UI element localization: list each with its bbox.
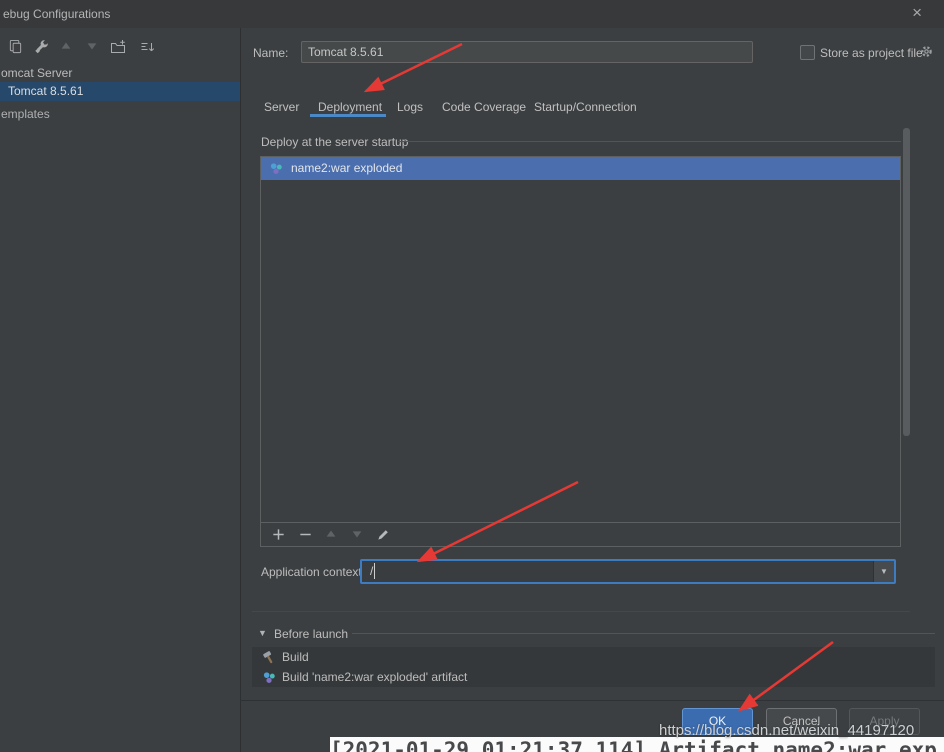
title-bar: ebug Configurations × [0, 0, 944, 28]
vertical-scrollbar-thumb[interactable] [903, 128, 910, 436]
sort-configurations-icon[interactable] [139, 39, 155, 55]
tab-startup-connection[interactable]: Startup/Connection [534, 100, 637, 114]
copy-configuration-icon[interactable] [8, 39, 24, 55]
store-as-project-file-label[interactable]: Store as project file [820, 46, 923, 60]
tree-group-label: omcat Server [1, 66, 72, 80]
application-context-label: Application context: [261, 565, 365, 579]
add-icon[interactable] [271, 527, 287, 543]
tab-logs[interactable]: Logs [397, 100, 423, 114]
wrench-icon[interactable] [34, 39, 50, 55]
gear-icon[interactable] [919, 44, 934, 59]
remove-icon[interactable] [298, 527, 314, 543]
background-console-text: [2021-01-29 01:21:37,114] Artifact name2… [330, 737, 944, 752]
before-launch-build-label: Build [282, 647, 309, 667]
close-icon[interactable]: × [912, 4, 922, 22]
chevron-down-icon[interactable]: ▼ [873, 561, 894, 582]
store-as-project-file-checkbox[interactable] [800, 45, 815, 60]
csdn-watermark: https://blog.csdn.net/weixin_44197120 [659, 722, 914, 739]
tree-item-label: Tomcat 8.5.61 [8, 84, 83, 98]
new-folder-icon[interactable] [110, 39, 126, 55]
before-launch-artifact-label: Build 'name2:war exploded' artifact [282, 667, 467, 687]
window-title: ebug Configurations [3, 7, 110, 21]
before-launch-collapse-icon[interactable]: ▼ [258, 628, 267, 638]
edit-pencil-icon[interactable] [376, 527, 392, 543]
before-launch-build-row[interactable]: Build [252, 647, 935, 667]
tree-group-templates[interactable]: emplates [0, 105, 240, 123]
name-input[interactable] [301, 41, 753, 63]
application-context-value[interactable]: / [370, 563, 375, 579]
move-up-icon[interactable] [59, 39, 75, 55]
artifact-list-toolbar [261, 522, 900, 546]
artifact-list-area: name2:war exploded [261, 157, 900, 523]
before-launch-artifact-row[interactable]: Build 'name2:war exploded' artifact [252, 667, 935, 687]
deployment-artifact-list: name2:war exploded [260, 156, 901, 547]
deploy-section-divider [398, 141, 901, 142]
console-text-line: [2021-01-29 01:21:37,114] Artifact name2… [330, 738, 944, 752]
artifact-icon [262, 670, 277, 685]
tab-server[interactable]: Server [264, 100, 299, 114]
before-launch-title: Before launch [274, 627, 348, 641]
artifact-list-item[interactable]: name2:war exploded [261, 157, 900, 180]
application-context-combobox[interactable]: / ▼ [360, 559, 896, 584]
sidebar: omcat Server Tomcat 8.5.61 emplates [0, 28, 241, 752]
selected-tab-underline [310, 114, 386, 117]
before-launch-divider [352, 633, 935, 634]
move-up-icon[interactable] [324, 527, 340, 543]
footer-divider [240, 700, 944, 701]
tab-content-divider [252, 611, 910, 612]
artifact-item-label: name2:war exploded [291, 157, 402, 180]
tab-code-coverage[interactable]: Code Coverage [442, 100, 526, 114]
tree-group-label: emplates [1, 107, 50, 121]
tab-deployment[interactable]: Deployment [318, 100, 382, 114]
tree-item-tomcat-8-5-61[interactable]: Tomcat 8.5.61 [0, 82, 240, 101]
move-down-icon[interactable] [85, 39, 101, 55]
tree-group-tomcat-server[interactable]: omcat Server [0, 64, 240, 82]
name-label: Name: [253, 46, 288, 60]
deploy-section-label: Deploy at the server startup [261, 135, 408, 149]
artifact-icon [269, 161, 284, 176]
hammer-icon [262, 650, 277, 665]
move-down-icon[interactable] [350, 527, 366, 543]
